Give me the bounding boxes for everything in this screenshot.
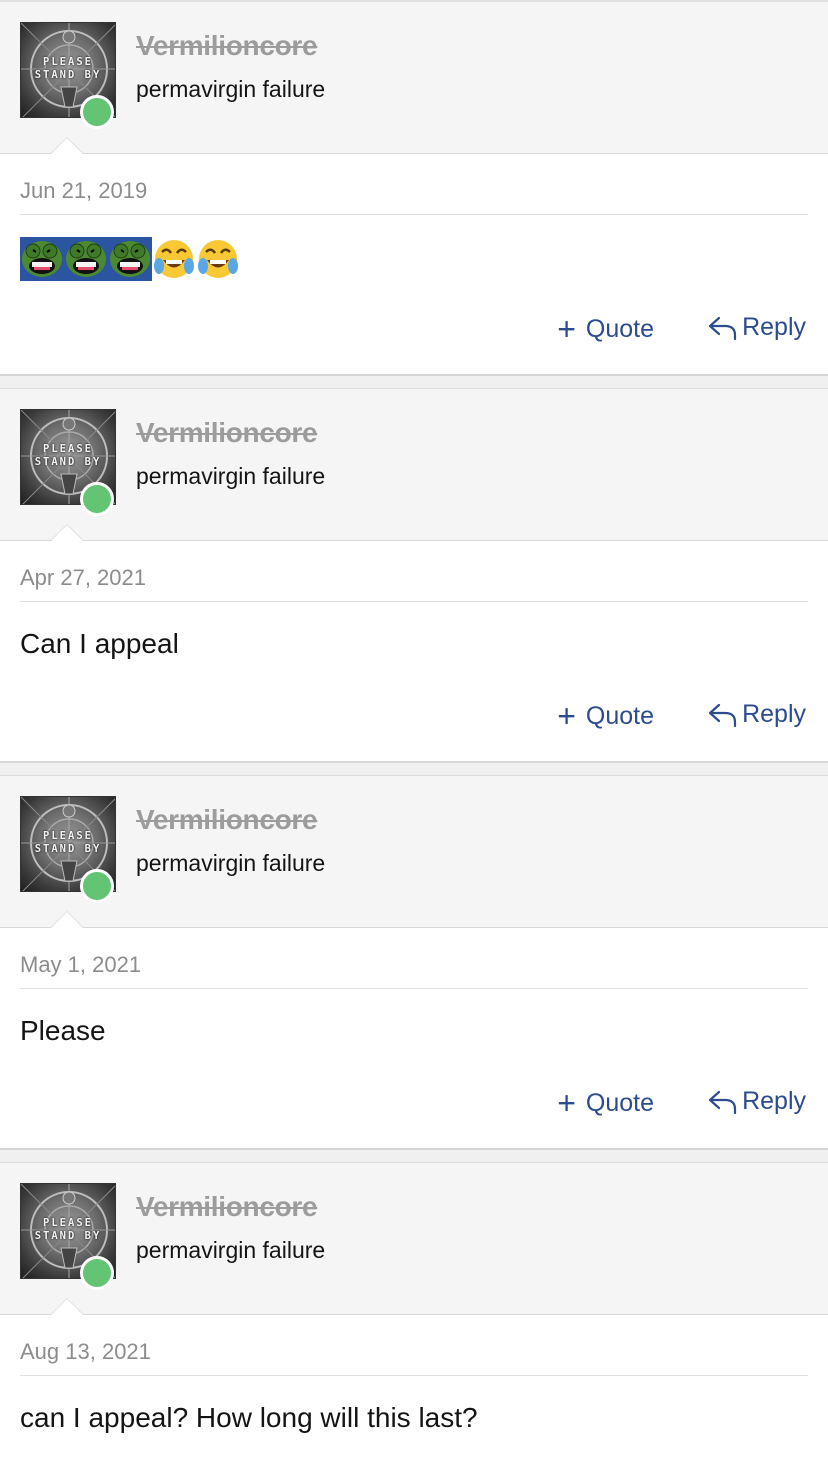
avatar-caption: PLEASE STAND BY [34, 1217, 102, 1242]
reply-button[interactable]: Reply [708, 1087, 806, 1116]
reply-arrow-icon [708, 703, 737, 727]
avatar[interactable]: PLEASE STAND BY [20, 796, 116, 903]
post-body: Jun 21, 2019 + Quote Reply [0, 154, 828, 374]
post-author-header: PLEASE STAND BY Vermilioncore permavirgin… [0, 776, 828, 928]
post-date[interactable]: Apr 27, 2021 [20, 541, 808, 602]
post-actions: + Quote Reply [20, 301, 808, 374]
post-actions: + Quote Reply [20, 1075, 808, 1148]
header-caret-fill [51, 912, 83, 928]
reply-arrow-icon [708, 1090, 737, 1114]
avatar[interactable]: PLEASE STAND BY [20, 22, 116, 129]
online-status-dot [80, 1256, 114, 1290]
post-actions: + Quote Reply [20, 688, 808, 761]
post-date[interactable]: Aug 13, 2021 [20, 1315, 808, 1376]
post: PLEASE STAND BY Vermilioncore permavirgin… [0, 776, 828, 1148]
post-separator [0, 1148, 828, 1163]
reply-label: Reply [742, 700, 806, 728]
quote-button[interactable]: + Quote [557, 1087, 654, 1119]
user-title: permavirgin failure [136, 850, 326, 876]
pepe-laugh-emoji-icon [20, 237, 64, 281]
post-author-header: PLEASE STAND BY Vermilioncore permavirgin… [0, 389, 828, 541]
post-body: Apr 27, 2021 Can I appeal + Quote Reply [0, 541, 828, 761]
plus-icon: + [557, 698, 576, 734]
online-status-dot [80, 869, 114, 903]
reply-button[interactable]: Reply [708, 700, 806, 729]
post-content-emojis [20, 215, 808, 301]
user-title: permavirgin failure [136, 1237, 326, 1263]
post-date[interactable]: Jun 21, 2019 [20, 154, 808, 215]
reply-label: Reply [742, 313, 806, 341]
user-title: permavirgin failure [136, 76, 326, 102]
post: PLEASE STAND BY Vermilioncore permavirgin… [0, 1163, 828, 1459]
username-link[interactable]: Vermilioncore [136, 1191, 318, 1223]
header-caret-fill [51, 525, 83, 541]
avatar[interactable]: PLEASE STAND BY [20, 409, 116, 516]
username-link[interactable]: Vermilioncore [136, 30, 318, 62]
online-status-dot [80, 482, 114, 516]
post-content: Please [20, 1015, 106, 1046]
post-separator [0, 761, 828, 776]
quote-button[interactable]: + Quote [557, 313, 654, 345]
post-separator [0, 374, 828, 389]
post: PLEASE STAND BY Vermilioncore permavirgin… [0, 2, 828, 374]
online-status-dot [80, 95, 114, 129]
joy-emoji-icon [196, 237, 240, 281]
post-date[interactable]: May 1, 2021 [20, 928, 808, 989]
avatar-caption: PLEASE STAND BY [34, 443, 102, 468]
post-body: Aug 13, 2021 can I appeal? How long will… [0, 1315, 828, 1459]
plus-icon: + [557, 311, 576, 347]
header-caret-fill [51, 1299, 83, 1315]
plus-icon: + [557, 1085, 576, 1121]
reply-arrow-icon [708, 316, 737, 340]
user-title: permavirgin failure [136, 463, 326, 489]
post-author-header: PLEASE STAND BY Vermilioncore permavirgin… [0, 2, 828, 154]
avatar[interactable]: PLEASE STAND BY [20, 1183, 116, 1290]
quote-label: Quote [585, 701, 654, 730]
post-content: Can I appeal [20, 628, 179, 659]
pepe-laugh-emoji-icon [108, 237, 152, 281]
header-caret-fill [51, 138, 83, 154]
post: PLEASE STAND BY Vermilioncore permavirgin… [0, 389, 828, 761]
post-content: can I appeal? How long will this last? [20, 1402, 478, 1433]
reply-button[interactable]: Reply [708, 313, 806, 342]
username-link[interactable]: Vermilioncore [136, 804, 318, 836]
quote-label: Quote [585, 1088, 654, 1117]
pepe-laugh-emoji-icon [64, 237, 108, 281]
quote-label: Quote [585, 314, 654, 343]
post-author-header: PLEASE STAND BY Vermilioncore permavirgin… [0, 1163, 828, 1315]
avatar-caption: PLEASE STAND BY [34, 56, 102, 81]
post-body: May 1, 2021 Please + Quote Reply [0, 928, 828, 1148]
avatar-caption: PLEASE STAND BY [34, 830, 102, 855]
reply-label: Reply [742, 1087, 806, 1115]
quote-button[interactable]: + Quote [557, 700, 654, 732]
username-link[interactable]: Vermilioncore [136, 417, 318, 449]
joy-emoji-icon [152, 237, 196, 281]
